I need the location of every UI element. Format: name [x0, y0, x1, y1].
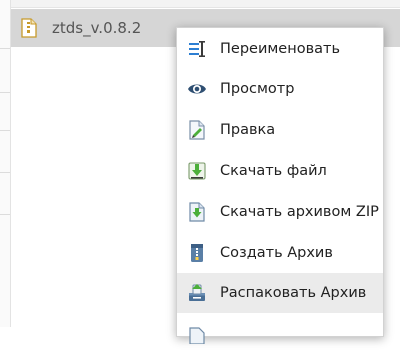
archive-file-icon [21, 18, 37, 38]
menu-item-download[interactable]: Скачать файл [177, 151, 383, 191]
eye-icon [187, 79, 207, 99]
menu-item-view[interactable]: Просмотр [177, 69, 383, 109]
extract-archive-icon [187, 283, 207, 303]
rename-icon [187, 39, 207, 59]
menu-item-partial[interactable] [177, 314, 383, 354]
context-menu: Переименовать Просмотр Правка Скачать фа… [176, 27, 384, 344]
download-icon [187, 161, 207, 181]
menu-item-label: Правка [220, 122, 276, 138]
menu-item-label: Просмотр [220, 81, 295, 97]
menu-item-label: Создать Архив [220, 245, 333, 261]
menu-item-edit[interactable]: Правка [177, 110, 383, 150]
gutter-divider [0, 130, 10, 131]
menu-item-label: Скачать файл [220, 163, 327, 179]
archive-icon [187, 243, 207, 263]
left-gutter [0, 0, 11, 327]
gutter-divider [0, 92, 10, 93]
menu-item-label: Скачать архивом ZIP [220, 204, 379, 220]
edit-file-icon [187, 120, 207, 140]
menu-item-create-archive[interactable]: Создать Архив [177, 233, 383, 273]
gutter-divider [0, 214, 10, 215]
menu-item-label: Распаковать Архив [220, 285, 367, 301]
download-zip-icon [187, 202, 207, 222]
previous-row-edge [11, 0, 400, 8]
file-name: ztds_v.0.8.2 [52, 19, 142, 37]
gutter-divider [0, 172, 10, 173]
menu-item-rename[interactable]: Переименовать [177, 29, 383, 69]
menu-item-label: Переименовать [220, 41, 341, 57]
menu-item-download-zip[interactable]: Скачать архивом ZIP [177, 192, 383, 232]
menu-item-extract-archive[interactable]: Распаковать Архив [177, 273, 383, 313]
file-icon [187, 324, 207, 344]
gutter-divider [0, 48, 10, 49]
